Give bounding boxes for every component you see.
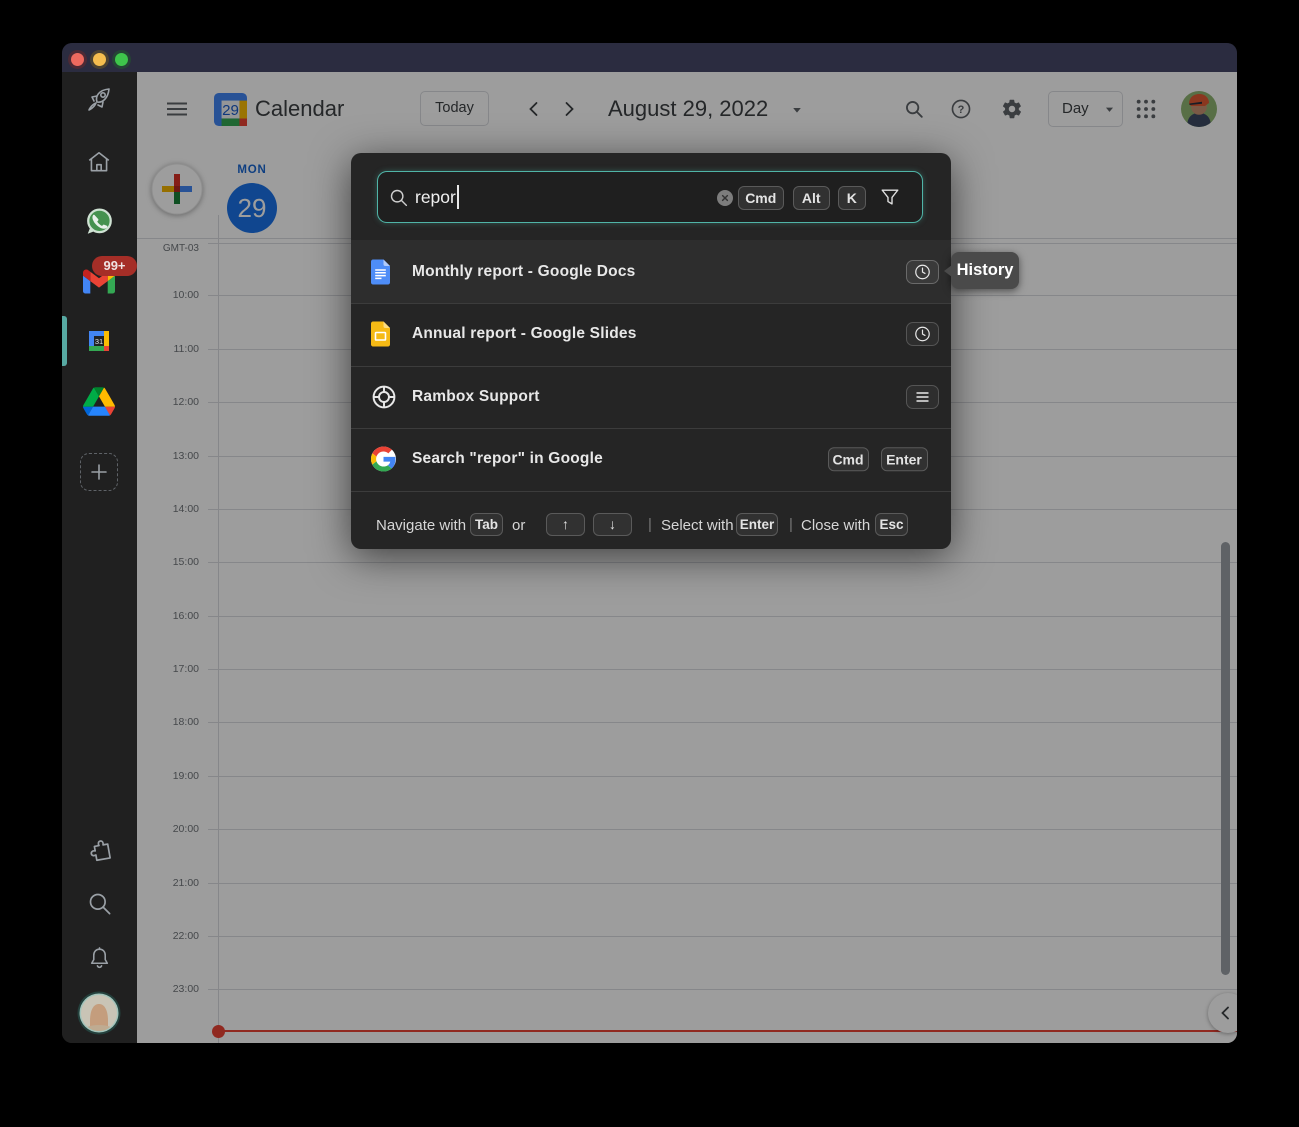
svg-text:31: 31 <box>95 337 103 346</box>
